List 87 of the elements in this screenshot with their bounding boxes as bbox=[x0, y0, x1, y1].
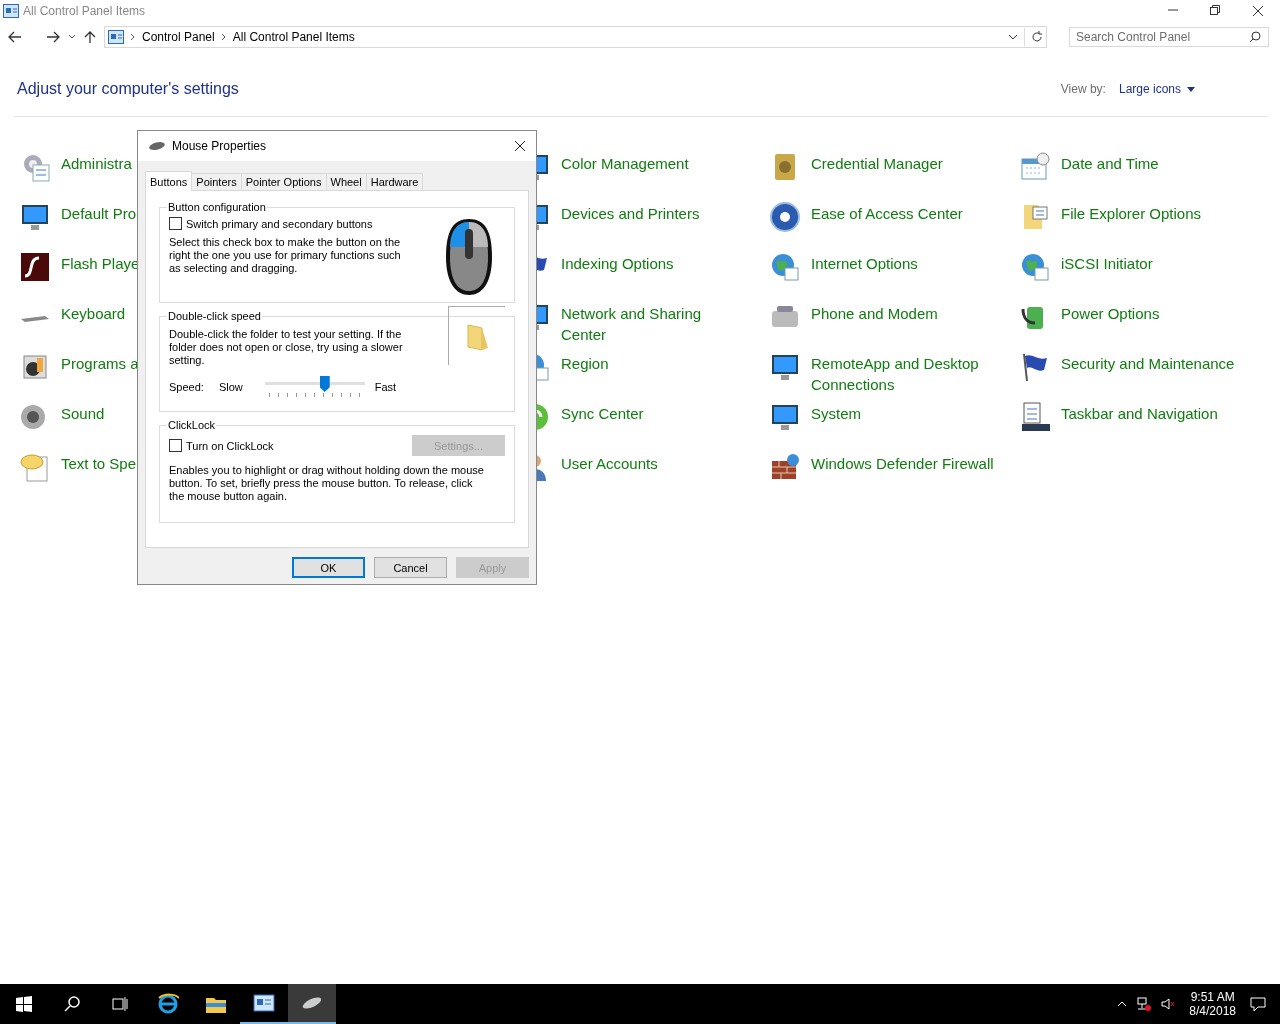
control-panel-link[interactable]: Ease of Access Center bbox=[811, 203, 963, 224]
control-panel-link[interactable]: File Explorer Options bbox=[1061, 203, 1202, 224]
control-panel-link[interactable]: Region bbox=[561, 353, 609, 374]
taskbar-app-button[interactable] bbox=[288, 984, 336, 1024]
windows-logo-icon bbox=[16, 996, 32, 1012]
refresh-icon[interactable] bbox=[1031, 31, 1043, 43]
view-by-label: View by: bbox=[1060, 82, 1106, 96]
group-title: Button configuration bbox=[167, 201, 267, 213]
control-panel-link[interactable]: Sync Center bbox=[561, 403, 644, 424]
back-icon[interactable] bbox=[8, 31, 22, 43]
calendar-icon[interactable] bbox=[1019, 151, 1051, 183]
speed-label: Speed: bbox=[169, 381, 204, 393]
globe-icon[interactable] bbox=[769, 251, 801, 283]
description-text: Select this check box to make the button on the right the one you use for primary functions such as selecting and dragging. bbox=[169, 236, 402, 275]
control-panel-link[interactable]: User Accounts bbox=[561, 453, 658, 474]
flash-icon[interactable] bbox=[19, 251, 51, 283]
breadcrumb-item[interactable]: Control Panel bbox=[142, 30, 215, 44]
close-icon[interactable] bbox=[1252, 5, 1264, 17]
mouse-icon bbox=[148, 141, 166, 151]
browser-icon bbox=[157, 993, 179, 1015]
tab[interactable]: Hardware bbox=[365, 173, 424, 190]
control-panel-link[interactable]: Credential Manager bbox=[811, 153, 943, 174]
control-panel-link[interactable]: Date and Time bbox=[1061, 153, 1159, 174]
close-icon[interactable] bbox=[514, 140, 526, 152]
control-panel-link[interactable]: Text to Spe bbox=[61, 453, 137, 474]
control-panel-icon bbox=[253, 992, 275, 1014]
search-icon bbox=[1249, 31, 1261, 43]
control-panel-link[interactable]: Power Options bbox=[1061, 303, 1160, 324]
control-panel-link[interactable]: Flash Playe bbox=[61, 253, 140, 274]
window-title: All Control Panel Items bbox=[23, 4, 146, 18]
view-by-dropdown[interactable]: Large icons bbox=[1118, 82, 1195, 96]
control-panel-link[interactable]: iSCSI Initiator bbox=[1061, 253, 1153, 274]
speed-slider[interactable] bbox=[264, 376, 365, 398]
control-panel-link[interactable]: Security and Maintenance bbox=[1061, 353, 1235, 374]
dropdown-icon[interactable] bbox=[68, 34, 76, 40]
control-panel-link[interactable]: Color Management bbox=[561, 153, 689, 174]
chevron-icon[interactable] bbox=[130, 33, 136, 41]
slow-label: Slow bbox=[218, 381, 243, 393]
control-panel-link[interactable]: Devices and Printers bbox=[561, 203, 700, 224]
fast-label: Fast bbox=[374, 381, 397, 393]
network-icon[interactable] bbox=[1137, 997, 1152, 1011]
control-panel-link[interactable]: Sound bbox=[61, 403, 105, 424]
page-heading: Adjust your computer's settings bbox=[17, 80, 239, 98]
task-view-icon bbox=[112, 996, 128, 1012]
address-bar[interactable]: Control Panel All Control Panel Items bbox=[104, 26, 1047, 48]
dialog-button[interactable]: Cancel bbox=[374, 557, 447, 578]
chevron-up-icon[interactable] bbox=[1117, 1001, 1128, 1007]
control-panel-icon bbox=[3, 4, 19, 18]
globe-icon[interactable] bbox=[1019, 251, 1051, 283]
description-text: Double-click the folder to test your setting. If the folder does not open or close, try using a slower setting. bbox=[169, 328, 404, 367]
speaker-muted-icon[interactable] bbox=[1161, 997, 1176, 1011]
group-title: Double-click speed bbox=[167, 310, 262, 322]
control-panel-link[interactable]: RemoteApp and Desktop Connections bbox=[811, 353, 996, 395]
circle-icon[interactable] bbox=[769, 201, 801, 233]
clock-time: 9:51 AM bbox=[1190, 990, 1235, 1004]
tab[interactable]: Buttons bbox=[145, 171, 193, 191]
dropdown-icon[interactable] bbox=[1008, 34, 1018, 40]
forward-icon[interactable] bbox=[46, 31, 60, 43]
description-text: Enables you to highlight or drag without holding down the mouse button. To set, briefly press the mouse button. To release, click the mouse button again. bbox=[169, 464, 485, 503]
notifications-icon[interactable] bbox=[1250, 996, 1266, 1012]
checklist-icon[interactable] bbox=[1019, 401, 1051, 433]
control-panel-link[interactable]: Taskbar and Navigation bbox=[1061, 403, 1218, 424]
restore-icon[interactable] bbox=[1210, 5, 1220, 15]
control-panel-link[interactable]: Windows Defender Firewall bbox=[811, 453, 994, 474]
control-panel-link[interactable]: Keyboard bbox=[61, 303, 126, 324]
control-panel-link[interactable]: Indexing Options bbox=[561, 253, 674, 274]
group-title: ClickLock bbox=[167, 419, 217, 431]
control-panel-link[interactable]: Network and Sharing Center bbox=[561, 303, 746, 345]
control-panel-link[interactable]: Default Pro bbox=[61, 203, 137, 224]
checkbox[interactable]: Switch primary and secondary buttons bbox=[169, 217, 373, 230]
chevron-icon[interactable] bbox=[220, 33, 227, 41]
control-panel-link[interactable]: Internet Options bbox=[811, 253, 918, 274]
tab[interactable]: Pointer Options bbox=[240, 173, 327, 190]
control-panel-link[interactable]: Administra bbox=[61, 153, 132, 174]
search-field[interactable]: Search Control Panel bbox=[1069, 27, 1269, 47]
dialog-button[interactable]: OK bbox=[292, 557, 365, 578]
dialog-title: Mouse Properties bbox=[172, 139, 267, 153]
search-icon bbox=[64, 996, 80, 1012]
breadcrumb-item[interactable]: All Control Panel Items bbox=[232, 30, 355, 44]
checkbox[interactable]: Turn on ClickLock bbox=[169, 439, 274, 452]
clock[interactable]: 9:51 AM 8/4/2018 bbox=[1185, 990, 1240, 1018]
caret-icon bbox=[1187, 86, 1195, 92]
control-panel-link[interactable]: Phone and Modem bbox=[811, 303, 938, 324]
up-icon[interactable] bbox=[84, 30, 96, 44]
control-panel-icon bbox=[108, 30, 124, 44]
clock-date: 8/4/2018 bbox=[1189, 1004, 1236, 1018]
control-panel-link[interactable]: System bbox=[811, 403, 861, 424]
